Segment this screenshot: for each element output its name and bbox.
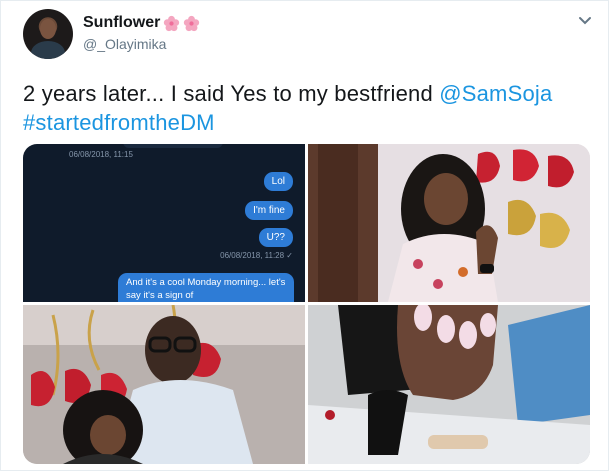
chevron-down-icon[interactable] bbox=[578, 16, 592, 26]
tweet-body: 2 years later... I said Yes to my bestfr… bbox=[23, 81, 440, 106]
avatar[interactable] bbox=[23, 9, 73, 59]
hashtag-link[interactable]: #startedfromtheDM bbox=[23, 110, 215, 135]
chat-bubble-partial bbox=[123, 144, 223, 148]
couple-photo[interactable] bbox=[23, 305, 305, 464]
cherry-blossom-icon bbox=[183, 15, 200, 32]
couple-image bbox=[23, 305, 305, 464]
chat-screenshot-photo[interactable]: 06/08/2018, 11:15 Lol I'm fine U?? 06/08… bbox=[23, 144, 305, 302]
mention-link[interactable]: @SamSoja bbox=[439, 81, 552, 106]
ring-photo[interactable] bbox=[308, 305, 590, 464]
chat-bubble: I'm fine bbox=[245, 201, 293, 220]
cherry-blossom-icon bbox=[163, 15, 180, 32]
chat-bubble: U?? bbox=[258, 228, 293, 247]
ring-image bbox=[308, 305, 590, 464]
author-handle[interactable]: @_Olayimika bbox=[83, 36, 166, 52]
photo-grid[interactable]: 06/08/2018, 11:15 Lol I'm fine U?? 06/08… bbox=[23, 144, 590, 464]
selfie-photo[interactable] bbox=[308, 144, 590, 302]
tweet-text: 2 years later... I said Yes to my bestfr… bbox=[23, 79, 583, 137]
chat-bubble-long: And it's a cool Monday morning... let's … bbox=[118, 273, 294, 302]
selfie-image bbox=[308, 144, 590, 302]
chat-timestamp: 06/08/2018, 11:15 bbox=[69, 150, 133, 159]
chat-timestamp: 06/08/2018, 11:28 ✓ bbox=[220, 251, 293, 260]
display-name[interactable]: Sunflower bbox=[83, 14, 160, 32]
chat-bubble: Lol bbox=[263, 172, 293, 191]
author-name-row[interactable]: Sunflower bbox=[83, 14, 200, 32]
